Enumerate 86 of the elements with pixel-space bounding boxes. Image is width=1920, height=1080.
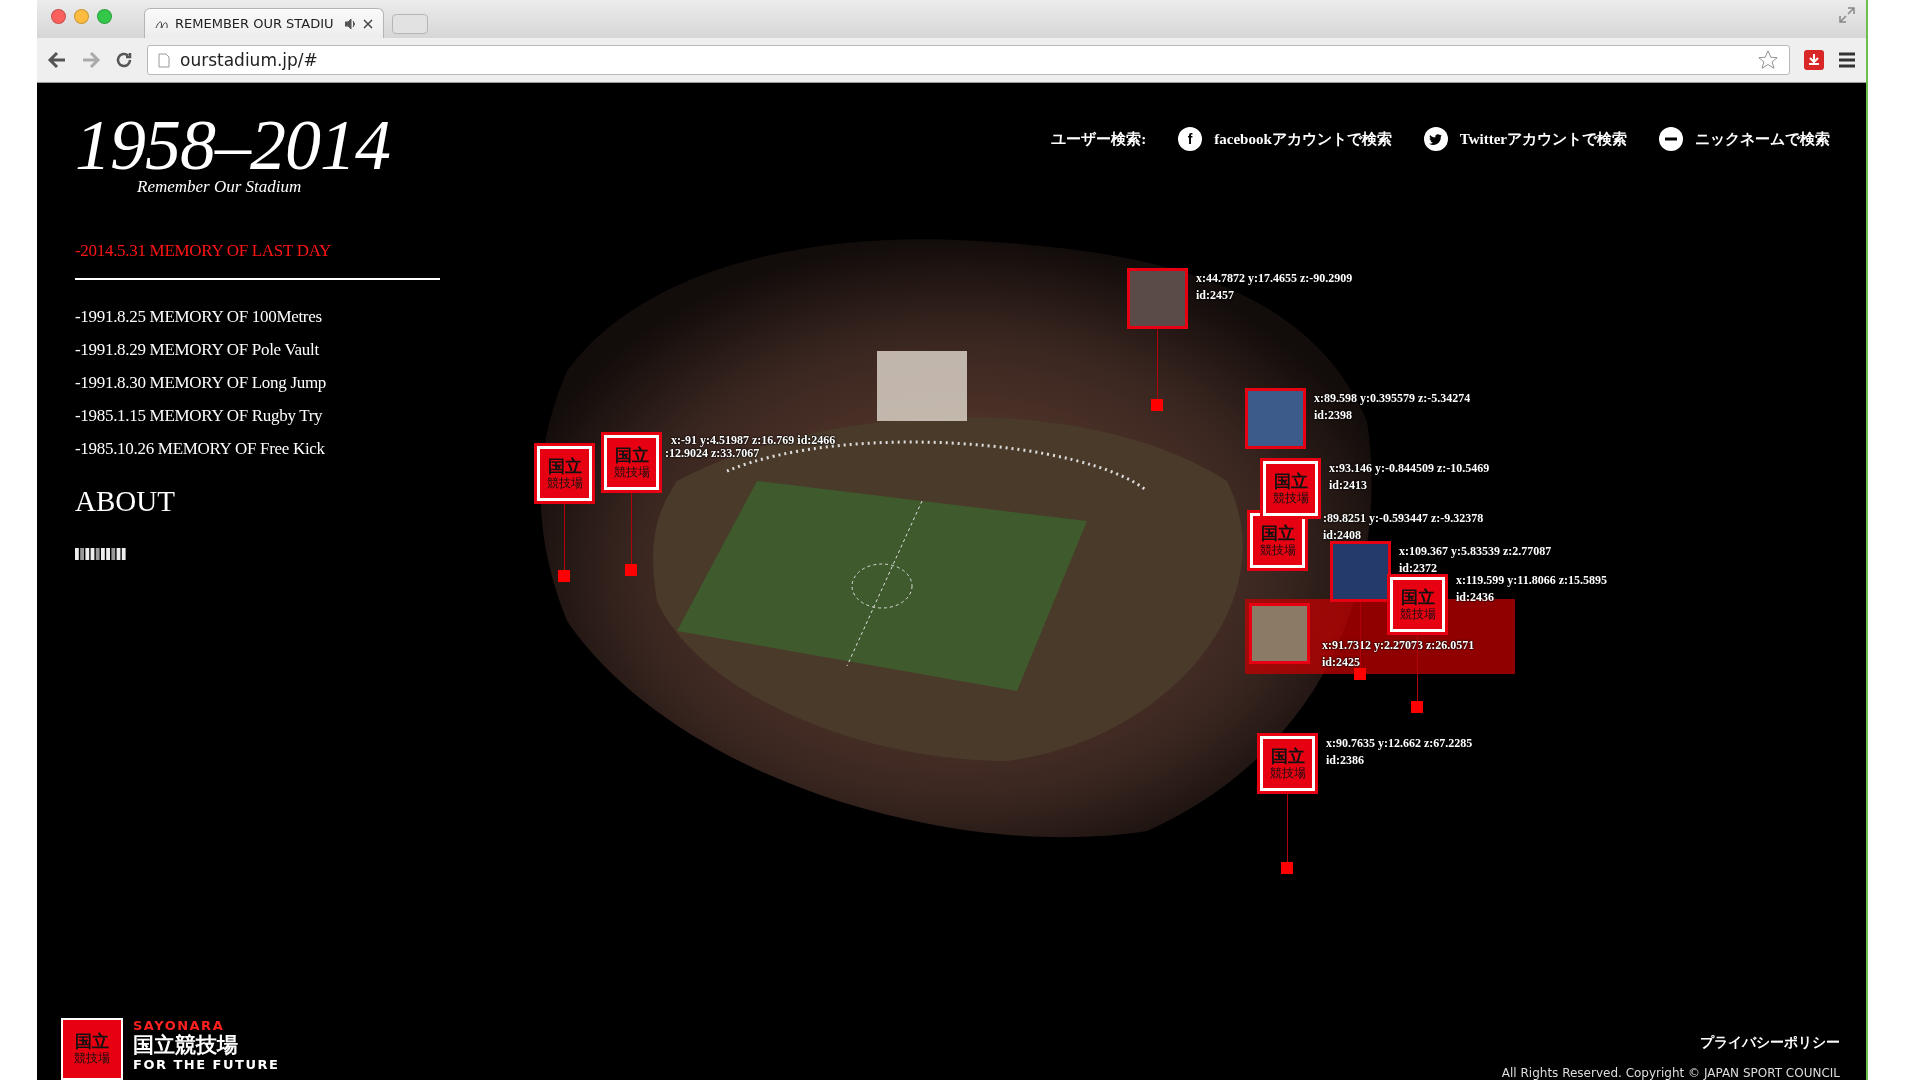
about-link[interactable]: ABOUT [75,485,175,518]
speaker-icon [345,18,357,29]
coordinate-text: :12.9024 z:33.7067 [665,446,760,462]
sound-bars-icon[interactable] [75,548,127,560]
stadium-logo-badge[interactable]: 国立 競技場 [1387,574,1448,635]
leader-line [1157,329,1158,399]
download-extension-icon[interactable] [1804,50,1824,70]
copyright-text: All Rights Reserved. Copyright © JAPAN SPORT COUNCIL [1501,1066,1840,1080]
coordinate-text: id:2413 [1329,477,1368,494]
badge-text: 競技場 [1269,765,1306,781]
badge-text: 国立 [75,1032,109,1051]
badge-text: 競技場 [1272,490,1309,506]
badge-text: 国立 [1260,523,1295,543]
coordinate-text: id:2457 [1196,287,1235,304]
tab-title: REMEMBER OUR STADIU [175,16,335,31]
star-icon[interactable] [1757,49,1779,71]
memory-menu-link[interactable]: -1985.10.26 MEMORY OF Free Kick [75,439,325,459]
photo-placeholder[interactable] [1245,388,1306,449]
new-tab-button[interactable] [392,14,428,34]
coordinate-text: id:2408 [1323,527,1362,544]
stadium-logo-badge[interactable]: 国立 競技場 [534,443,595,504]
reload-icon[interactable] [115,51,133,69]
close-icon[interactable] [363,18,373,29]
address-bar[interactable]: ourstadium.jp/# [147,45,1790,75]
leader-line [1417,635,1418,701]
badge-text: 国立 [1270,746,1305,766]
site-logo-subtitle: Remember Our Stadium [137,177,303,197]
coordinate-text: x:119.599 y:11.8066 z:15.5895 [1456,572,1607,589]
privacy-policy-link[interactable]: プライバシーポリシー [1700,1034,1840,1052]
stadium-logo-badge[interactable]: 国立 競技場 [1260,458,1321,519]
page-icon [158,52,170,68]
browser-tab[interactable]: REMEMBER OUR STADIU [144,8,384,38]
zoom-window-button[interactable] [97,8,112,24]
user-search-button[interactable]: ニックネームで検索 [1659,127,1830,151]
close-window-button[interactable] [51,8,66,24]
user-search-label: ユーザー検索: [1051,129,1147,149]
memory-menu-link[interactable]: -2014.5.31 MEMORY OF LAST DAY [75,241,332,261]
menu-icon[interactable] [1838,52,1856,68]
back-icon[interactable] [47,51,67,69]
coordinate-text: id:2398 [1314,407,1353,424]
stadium-logo-badge[interactable]: 国立 競技場 [61,1018,123,1080]
coordinate-text: x:89.598 y:0.395579 z:-5.34274 [1314,390,1471,407]
letter-f-icon: f [1178,127,1203,151]
coordinate-text: x:90.7635 y:12.662 z:67.2285 [1326,735,1473,752]
favicon-icon [155,18,169,29]
url-text: ourstadium.jp/# [180,50,319,70]
badge-text: 競技場 [74,1051,110,1066]
coordinate-text: x:-91 y:4.51987 z:16.769 id:2466 [671,432,836,449]
leader-line [564,504,565,570]
user-search-button[interactable]: f facebookアカウントで検索 [1178,127,1392,151]
stadium-logo-badge[interactable]: 国立 競技場 [1257,733,1318,794]
memory-menu-link[interactable]: -1991.8.30 MEMORY OF Long Jump [75,373,327,393]
stadium-logo-badge[interactable]: 国立 競技場 [601,432,662,493]
user-search-button[interactable]: Twitterアカウントで検索 [1423,127,1627,151]
photo-placeholder[interactable] [1330,541,1391,602]
coordinate-text: id:2386 [1326,752,1365,769]
brand-text: 国立競技場 [133,1033,239,1057]
badge-text: 競技場 [613,464,650,480]
photo-placeholder[interactable] [1127,268,1188,329]
badge-text: 国立 [547,456,582,476]
coordinate-text: x:109.367 y:5.83539 z:2.77087 [1399,543,1552,560]
brand-text: FOR THE FUTURE [133,1057,280,1072]
leader-line [1287,794,1288,862]
coordinate-text: id:2372 [1399,560,1438,577]
minus-icon [1659,127,1683,151]
coordinate-text: x:91.7312 y:2.27073 z:26.0571 [1322,637,1475,654]
coordinate-text: id:2425 [1322,654,1361,671]
badge-text: 競技場 [1259,542,1296,558]
memory-menu-link[interactable]: -1991.8.25 MEMORY OF 100Metres [75,307,322,327]
memory-menu-link[interactable]: -1991.8.29 MEMORY OF Pole Vault [75,340,319,360]
bird-icon [1423,127,1448,151]
minimize-window-button[interactable] [74,8,89,24]
leader-line [1360,602,1361,668]
expand-icon[interactable] [1838,6,1856,24]
badge-text: 競技場 [546,475,583,491]
leader-line [631,493,632,564]
coordinate-text: x:93.146 y:-0.844509 z:-10.5469 [1329,460,1490,477]
coordinate-text: :89.8251 y:-0.593447 z:-9.32378 [1323,510,1484,527]
forward-icon[interactable] [81,51,101,69]
badge-text: 国立 [1400,587,1435,607]
badge-text: 国立 [614,445,649,465]
memory-menu-link[interactable]: -1985.1.15 MEMORY OF Rugby Try [75,406,323,426]
brand-text: SAYONARA [133,1018,226,1033]
badge-text: 国立 [1273,471,1308,491]
badge-text: 競技場 [1399,606,1436,622]
coordinate-text: x:44.7872 y:17.4655 z:-90.2909 [1196,270,1353,287]
